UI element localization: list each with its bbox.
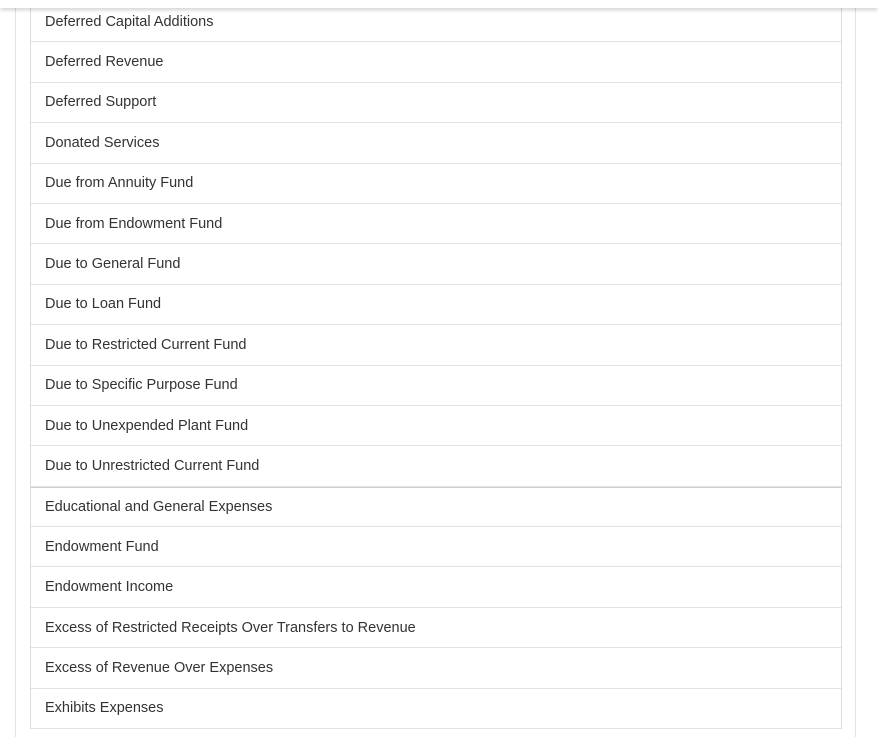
list-item[interactable]: Due to General Fund: [31, 244, 841, 285]
list-item[interactable]: Due to Restricted Current Fund: [31, 325, 841, 366]
list-item[interactable]: Due to Specific Purpose Fund: [31, 366, 841, 406]
list-item[interactable]: Excess of Restricted Receipts Over Trans…: [31, 608, 841, 649]
list-item[interactable]: Endowment Fund: [31, 527, 841, 568]
list-item[interactable]: Deferred Capital Additions: [31, 2, 841, 43]
page: Deferred Capital Additions Deferred Reve…: [0, 0, 878, 737]
list-item[interactable]: Due to Loan Fund: [31, 285, 841, 326]
list-item[interactable]: Due to Unrestricted Current Fund: [31, 446, 841, 487]
list-item[interactable]: Due from Endowment Fund: [31, 204, 841, 245]
list-item[interactable]: Excess of Revenue Over Expenses: [31, 648, 841, 689]
account-list: Deferred Capital Additions Deferred Reve…: [30, 2, 842, 730]
top-bar-shadow: [0, 0, 878, 8]
list-item[interactable]: Educational and General Expenses: [31, 486, 841, 528]
list-item[interactable]: Endowment Income: [31, 567, 841, 608]
list-item[interactable]: Due from Annuity Fund: [31, 164, 841, 204]
list-item[interactable]: Due to Unexpended Plant Fund: [31, 406, 841, 447]
list-item[interactable]: Donated Services: [31, 123, 841, 164]
list-item[interactable]: Deferred Support: [31, 83, 841, 124]
list-item[interactable]: Deferred Revenue: [31, 42, 841, 83]
list-item[interactable]: Exhibits Expenses: [31, 689, 841, 730]
